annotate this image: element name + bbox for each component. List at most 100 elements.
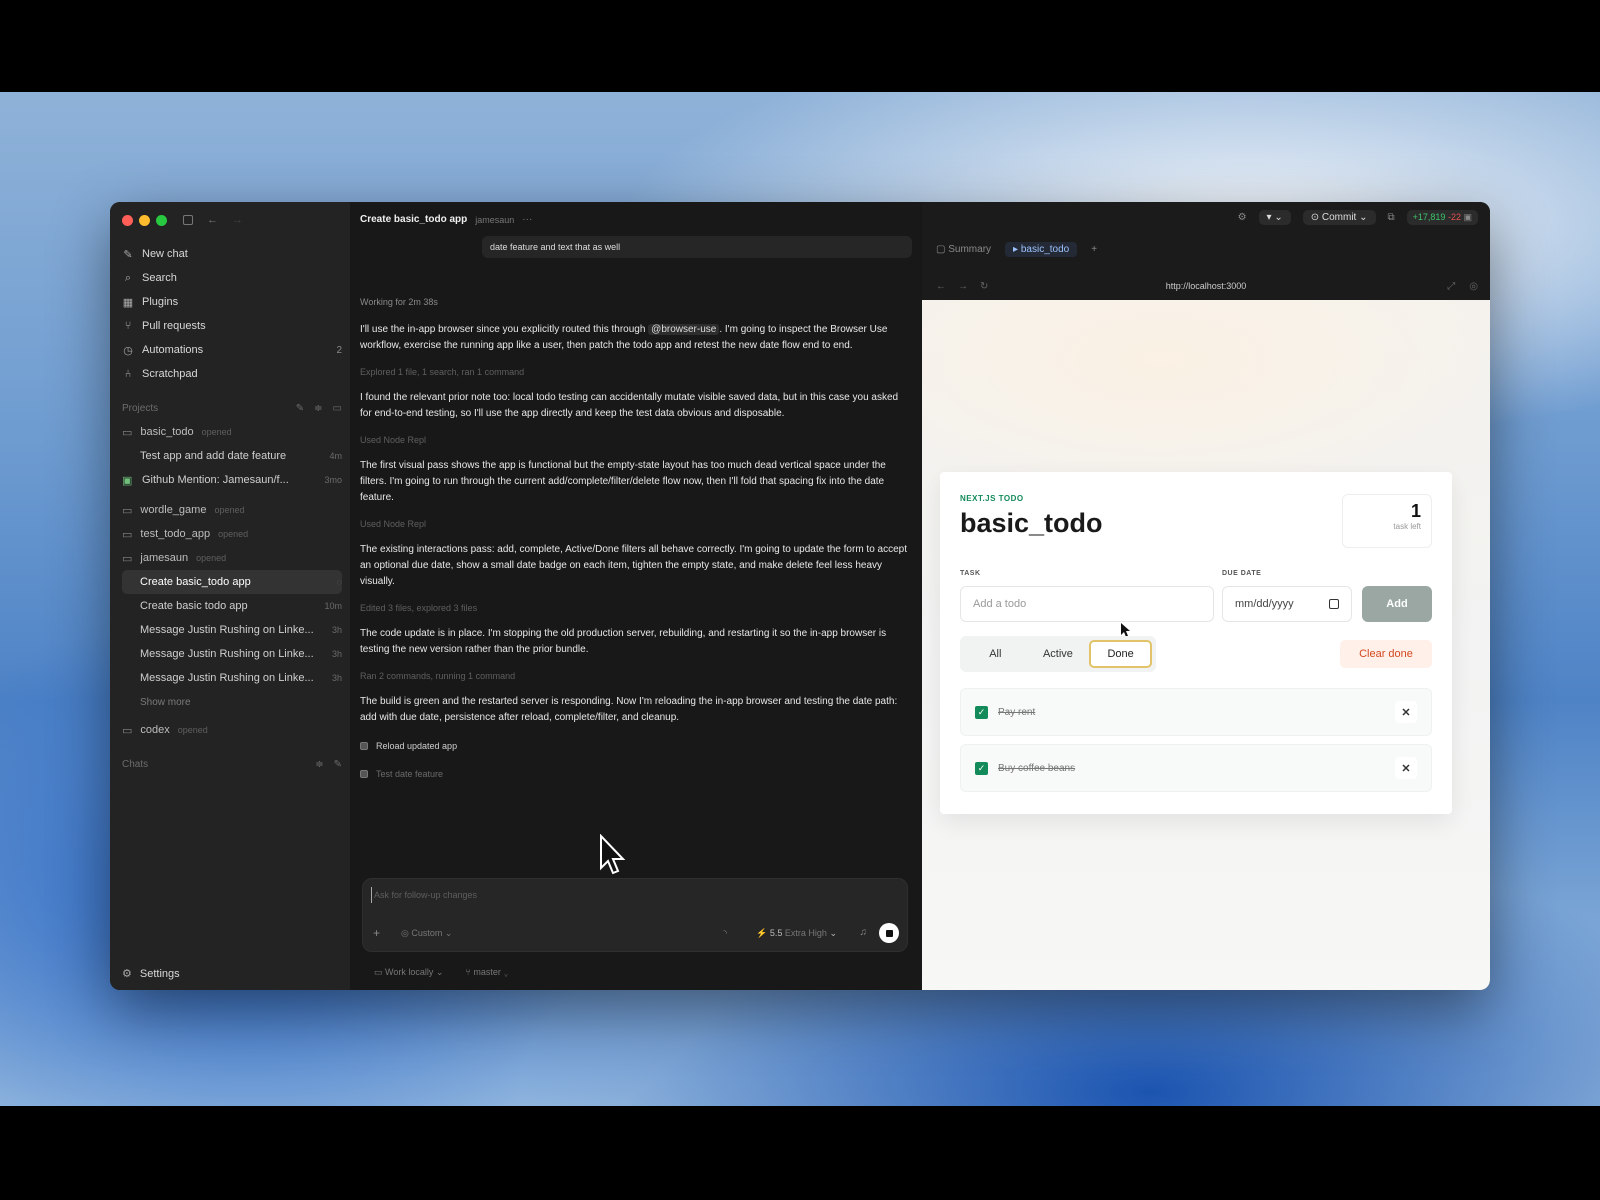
browser-use-mention[interactable]: @browser-use	[648, 324, 720, 335]
run-select[interactable]: ▾ ⌄	[1258, 210, 1291, 225]
automations-count-badge: 2	[336, 344, 342, 356]
gear-icon: ⚙	[122, 968, 132, 980]
message-composer[interactable]: Ask for follow-up changes + ◎ Custom ⌄ ◝…	[362, 878, 908, 952]
new-folder-icon[interactable]: ▭	[333, 403, 342, 414]
filter-active[interactable]: Active	[1027, 640, 1090, 668]
forward-arrow-icon[interactable]: →	[232, 214, 243, 226]
assistant-message: I found the relevant prior note too: loc…	[360, 392, 899, 419]
filter-icon[interactable]: ≑	[314, 403, 322, 414]
thread-item[interactable]: Message Justin Rushing on Linke... 3h	[122, 642, 342, 666]
step-summary[interactable]: Used Node Repl	[360, 516, 912, 532]
show-more-link[interactable]: Show more	[122, 690, 342, 714]
browser-viewport: NEXT.JS TODO basic_todo 1 task left TASK…	[922, 300, 1490, 990]
sidebar-item-automations[interactable]: ◷ Automations 2	[122, 338, 342, 362]
thread-item[interactable]: Test app and add date feature 4m	[122, 444, 342, 468]
project-jamesaun[interactable]: ▭ jamesaun opened	[122, 546, 342, 570]
new-tab-plus-icon[interactable]: +	[1091, 244, 1097, 255]
project-wordle-game[interactable]: ▭ wordle_game opened	[122, 498, 342, 522]
sidebar-nav: ✎ New chat ⌕ Search ▦ Plugins ⑂ Pull request…	[122, 242, 342, 776]
diff-stats[interactable]: +17,819 -22 ▣	[1406, 210, 1478, 225]
folder-icon: ▭	[122, 504, 133, 517]
edit-icon[interactable]: ✎	[296, 403, 304, 414]
working-status[interactable]: Working for 2m 38s	[360, 294, 912, 310]
mode-select[interactable]: ◎ Custom ⌄	[401, 925, 452, 941]
top-toolbar: ⚙ ▾ ⌄ ⊙ Commit ⌄ ⧉ +17,819 -22 ▣	[1238, 210, 1478, 225]
target-icon[interactable]: ◎	[1469, 281, 1478, 292]
reload-icon[interactable]: ↻	[980, 281, 988, 292]
sidebar-item-plugins[interactable]: ▦ Plugins	[122, 290, 342, 314]
sidebar-item-pull-requests[interactable]: ⑂ Pull requests	[122, 314, 342, 338]
assistant-message: The code update is in place. I'm stoppin…	[360, 628, 887, 655]
sidebar-item-search[interactable]: ⌕ Search	[122, 266, 342, 290]
folder-icon: ▭	[122, 552, 133, 565]
assistant-message: The build is green and the restarted ser…	[360, 696, 898, 723]
due-date-label: DUE DATE	[1222, 570, 1262, 577]
branch-icon: ⑃	[124, 368, 132, 380]
chat-panel: Create basic_todo app jamesaun ··· date …	[350, 202, 922, 990]
folder-icon: ▭	[122, 528, 133, 541]
calendar-icon[interactable]	[1329, 599, 1339, 609]
step-summary[interactable]: Ran 2 commands, running 1 command	[360, 668, 912, 684]
github-icon: ▣	[122, 474, 133, 487]
filter-all[interactable]: All	[964, 640, 1027, 668]
branch-select[interactable]: ⑂ master ⌄	[465, 964, 508, 980]
composer-footer: ▭ Work locally ⌄ ⑂ master ⌄	[374, 964, 509, 980]
commit-button[interactable]: ⊙ Commit ⌄	[1302, 210, 1376, 225]
thread-item[interactable]: Message Justin Rushing on Linke... 3h	[122, 618, 342, 642]
user-message: date feature and text that as well	[482, 236, 912, 258]
thread-item-active[interactable]: Create basic_todo app ◌	[122, 570, 342, 594]
step-summary[interactable]: Explored 1 file, 1 search, ran 1 command	[360, 364, 912, 380]
model-select[interactable]: ⚡ 5.5 Extra High ⌄	[756, 925, 837, 941]
sidebar-toggle-icon[interactable]	[183, 215, 193, 225]
todo-checkbox[interactable]: ✓	[975, 761, 988, 775]
step-summary[interactable]: Used Node Repl	[360, 432, 912, 448]
delete-icon[interactable]: ✕	[1395, 701, 1417, 723]
settings-icon[interactable]: ⚙	[1238, 212, 1247, 223]
minimize-window-button[interactable]	[139, 214, 150, 226]
sidebar-item-new-chat[interactable]: ✎ New chat	[122, 242, 342, 266]
back-icon[interactable]: ←	[936, 281, 946, 292]
filter-done[interactable]: Done	[1089, 640, 1152, 668]
tab-basic-todo[interactable]: ▸ basic_todo	[1005, 242, 1078, 257]
maximize-window-button[interactable]	[156, 214, 167, 226]
delete-icon[interactable]: ✕	[1395, 757, 1417, 779]
project-basic-todo[interactable]: ▭ basic_todo opened	[122, 420, 342, 444]
copy-icon[interactable]: ⧉	[1388, 212, 1395, 223]
thread-item[interactable]: Create basic todo app 10m	[122, 594, 342, 618]
work-location-select[interactable]: ▭ Work locally ⌄	[374, 964, 443, 980]
compose-icon[interactable]: ✎	[334, 759, 342, 770]
chat-transcript: Working for 2m 38s I'll use the in-app b…	[360, 294, 912, 792]
expand-icon[interactable]: ⤢	[1447, 281, 1455, 292]
projects-section-header: Projects ✎ ≑ ▭	[122, 402, 342, 414]
due-date-input[interactable]: mm/dd/yyyy	[1222, 586, 1352, 622]
stop-button[interactable]	[879, 923, 899, 943]
forward-icon[interactable]: →	[958, 281, 968, 292]
thread-item[interactable]: ▣ Github Mention: Jamesaun/f... 3mo	[122, 468, 342, 492]
grid-icon: ▦	[122, 296, 134, 309]
settings-button[interactable]: ⚙ Settings	[122, 967, 338, 981]
mic-icon[interactable]: ♫	[860, 925, 868, 941]
project-test-todo-app[interactable]: ▭ test_todo_app opened	[122, 522, 342, 546]
clear-done-button[interactable]: Clear done	[1340, 640, 1432, 668]
tab-summary[interactable]: ▢ Summary	[936, 244, 991, 255]
clock-icon: ◷	[123, 344, 133, 357]
folder-icon: ▭	[122, 426, 133, 439]
todo-card: NEXT.JS TODO basic_todo 1 task left TASK…	[940, 472, 1452, 814]
attach-plus-icon[interactable]: +	[373, 925, 380, 941]
tasks-left-counter: 1 task left	[1342, 494, 1432, 548]
assistant-message: The existing interactions pass: add, com…	[360, 544, 908, 587]
url-field[interactable]: http://localhost:3000	[922, 281, 1490, 291]
project-codex[interactable]: ▭ codex opened	[122, 718, 342, 742]
search-icon: ⌕	[124, 271, 132, 284]
close-window-button[interactable]	[122, 214, 133, 226]
sidebar-item-scratchpad[interactable]: ⑃ Scratchpad	[122, 362, 342, 386]
todo-checkbox[interactable]: ✓	[975, 705, 988, 719]
add-button[interactable]: Add	[1362, 586, 1432, 622]
more-options-icon[interactable]: ···	[522, 212, 532, 228]
task-input[interactable]: Add a todo	[960, 586, 1214, 622]
step-summary[interactable]: Edited 3 files, explored 3 files	[360, 600, 912, 616]
back-arrow-icon[interactable]: ←	[207, 214, 218, 226]
composer-input[interactable]: Ask for follow-up changes	[371, 887, 477, 903]
filter-icon[interactable]: ≑	[315, 759, 323, 770]
thread-item[interactable]: Message Justin Rushing on Linke... 3h	[122, 666, 342, 690]
